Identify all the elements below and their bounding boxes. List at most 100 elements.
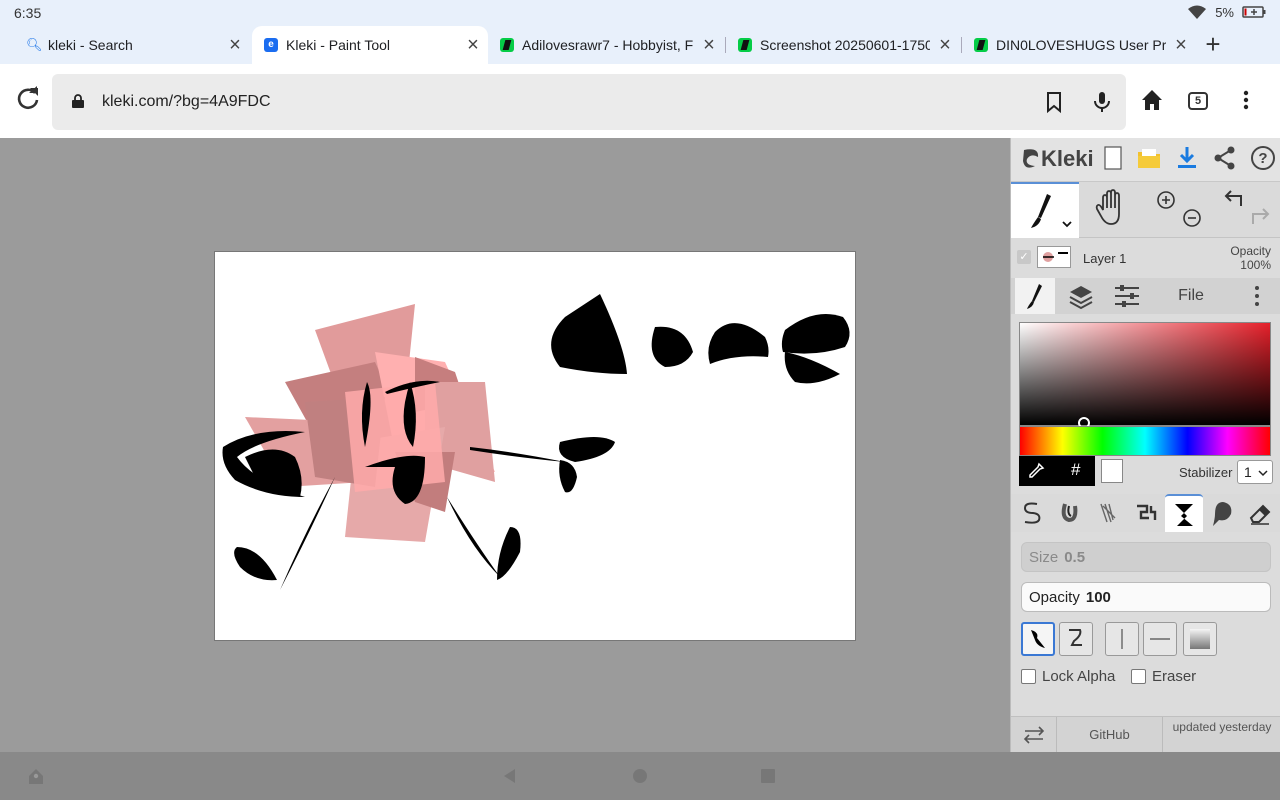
eraser-icon[interactable] — [1241, 494, 1279, 532]
brush-icon — [1027, 284, 1042, 309]
share-icon[interactable] — [1211, 144, 1239, 172]
canvas-workspace[interactable] — [0, 138, 1010, 752]
search-icon: 🔍︎ — [26, 37, 43, 52]
bookmark-icon[interactable] — [1042, 90, 1066, 114]
open-folder-icon[interactable] — [1135, 144, 1163, 172]
new-image-icon[interactable] — [1099, 144, 1127, 172]
primary-color-swatch[interactable] — [1101, 459, 1123, 483]
chemy-brush-button[interactable] — [1165, 494, 1203, 532]
drawing-canvas[interactable] — [214, 251, 856, 641]
lock-alpha-label: Lock Alpha — [1042, 668, 1116, 685]
tab-kleki-paint-tool[interactable]: e Kleki - Paint Tool × — [252, 26, 488, 64]
panel-footer: GitHub updated yesterday — [1011, 716, 1280, 753]
kleki-logo[interactable]: Kleki — [1021, 146, 1094, 172]
home-icon[interactable] — [1138, 86, 1166, 114]
download-icon[interactable] — [1173, 144, 1201, 172]
chemy-mode-fill-button[interactable] — [1021, 622, 1055, 656]
size-value: 0.5 — [1064, 549, 1086, 566]
eyedropper-icon[interactable] — [1027, 462, 1045, 480]
swap-panel-side-button[interactable] — [1011, 717, 1057, 753]
pink-shapes — [245, 304, 495, 542]
tab-adjustments[interactable] — [1107, 278, 1147, 314]
opacity-slider[interactable]: Opacity 100 — [1021, 582, 1271, 612]
tab-layers[interactable] — [1061, 278, 1101, 314]
zoom-tool-buttons[interactable] — [1145, 182, 1211, 238]
fill-shape-icon — [1031, 630, 1045, 648]
more-options-icon[interactable] — [1247, 278, 1267, 314]
blend-brush-icon[interactable] — [1051, 494, 1089, 532]
lock-alpha-checkbox[interactable]: Lock Alpha — [1021, 668, 1115, 685]
layer-thumbnail — [1037, 246, 1071, 268]
reload-button[interactable] — [14, 86, 42, 114]
undo-redo-buttons[interactable] — [1211, 182, 1280, 238]
close-icon[interactable]: × — [694, 34, 724, 57]
accessibility-icon[interactable] — [26, 766, 46, 786]
overflow-menu-icon[interactable] — [1240, 86, 1252, 114]
recents-icon[interactable] — [758, 766, 778, 786]
mirror-vertical-button[interactable] — [1105, 622, 1139, 656]
stabilizer-value: 1 — [1244, 464, 1252, 480]
back-icon[interactable] — [500, 766, 520, 786]
layer-visibility-checkbox[interactable]: ✓ — [1017, 250, 1031, 264]
sketchy-brush-icon[interactable] — [1089, 494, 1127, 532]
mirror-horizontal-button[interactable] — [1143, 622, 1177, 656]
layers-icon — [1069, 286, 1093, 310]
deviantart-favicon — [974, 38, 988, 52]
zoom-in-icon[interactable] — [1145, 182, 1211, 236]
tab-kleki-search[interactable]: 🔍︎ kleki - Search × — [14, 26, 250, 64]
swap-arrows-icon — [1023, 726, 1045, 744]
home-nav-icon[interactable] — [630, 766, 650, 786]
microphone-icon[interactable] — [1090, 90, 1114, 114]
pen-brush-icon[interactable] — [1013, 494, 1051, 532]
undo-icon[interactable] — [1211, 182, 1280, 236]
help-icon[interactable]: ? — [1249, 144, 1277, 172]
close-icon[interactable]: × — [220, 34, 250, 57]
status-time: 6:35 — [14, 5, 42, 21]
layer-row[interactable]: ✓ Layer 1 Opacity 100% — [1011, 238, 1280, 278]
brush-icon — [1031, 194, 1072, 228]
close-icon[interactable]: × — [1166, 34, 1196, 57]
opacity-label: Opacity — [1029, 589, 1080, 606]
hue-slider[interactable] — [1019, 426, 1271, 456]
address-bar[interactable]: kleki.com/?bg=4A9FDC — [52, 74, 1126, 130]
url-text[interactable]: kleki.com/?bg=4A9FDC — [102, 93, 271, 111]
eraser-checkbox[interactable]: Eraser — [1131, 668, 1196, 685]
kleki-favicon: e — [264, 38, 278, 52]
brush-tool-button[interactable] — [1011, 182, 1079, 238]
deviantart-favicon — [500, 38, 514, 52]
tab-adilovesrawr7[interactable]: Adilovesrawr7 - Hobbyist, Fi × — [488, 26, 724, 64]
tab-title: Adilovesrawr7 - Hobbyist, Fi — [522, 37, 694, 53]
smudge-brush-icon[interactable] — [1203, 494, 1241, 532]
new-tab-button[interactable]: + — [1198, 26, 1228, 64]
size-slider[interactable]: Size 0.5 — [1021, 542, 1271, 572]
vertical-line-icon — [1121, 629, 1123, 649]
close-icon[interactable]: × — [458, 34, 488, 57]
battery-icon — [1242, 6, 1266, 18]
updated-text[interactable]: updated yesterday — [1163, 720, 1280, 734]
hand-tool-button[interactable] — [1079, 182, 1145, 238]
chemy-mode-stroke-button[interactable] — [1059, 622, 1093, 656]
deviantart-favicon — [738, 38, 752, 52]
gradient-button[interactable] — [1183, 622, 1217, 656]
brand-text: Kleki — [1041, 146, 1094, 171]
artwork — [222, 294, 850, 590]
tab-switcher-button[interactable]: 5 — [1188, 92, 1208, 110]
tab-screenshot[interactable]: Screenshot 20250601-1750 × — [726, 26, 960, 64]
close-icon[interactable]: × — [930, 34, 960, 57]
github-link[interactable]: GitHub — [1057, 717, 1163, 753]
layer-name: Layer 1 — [1083, 251, 1127, 266]
stabilizer-select[interactable]: 1 — [1237, 460, 1273, 484]
tab-brush[interactable] — [1015, 278, 1055, 314]
tab-file[interactable]: File — [1161, 278, 1221, 314]
color-saturation-picker[interactable] — [1019, 322, 1271, 429]
hex-input-button[interactable]: # — [1071, 460, 1080, 480]
hand-icon — [1095, 189, 1120, 225]
pixel-brush-icon[interactable] — [1127, 494, 1165, 532]
checkbox-box[interactable] — [1131, 669, 1146, 684]
tab-din0loveshugs[interactable]: DIN0LOVESHUGS User Profi × — [962, 26, 1196, 64]
checkbox-box[interactable] — [1021, 669, 1036, 684]
size-label: Size — [1029, 549, 1059, 566]
horizontal-line-icon — [1150, 638, 1170, 640]
layer-opacity: Opacity 100% — [1230, 244, 1271, 272]
tab-title: Screenshot 20250601-1750 — [760, 37, 930, 53]
